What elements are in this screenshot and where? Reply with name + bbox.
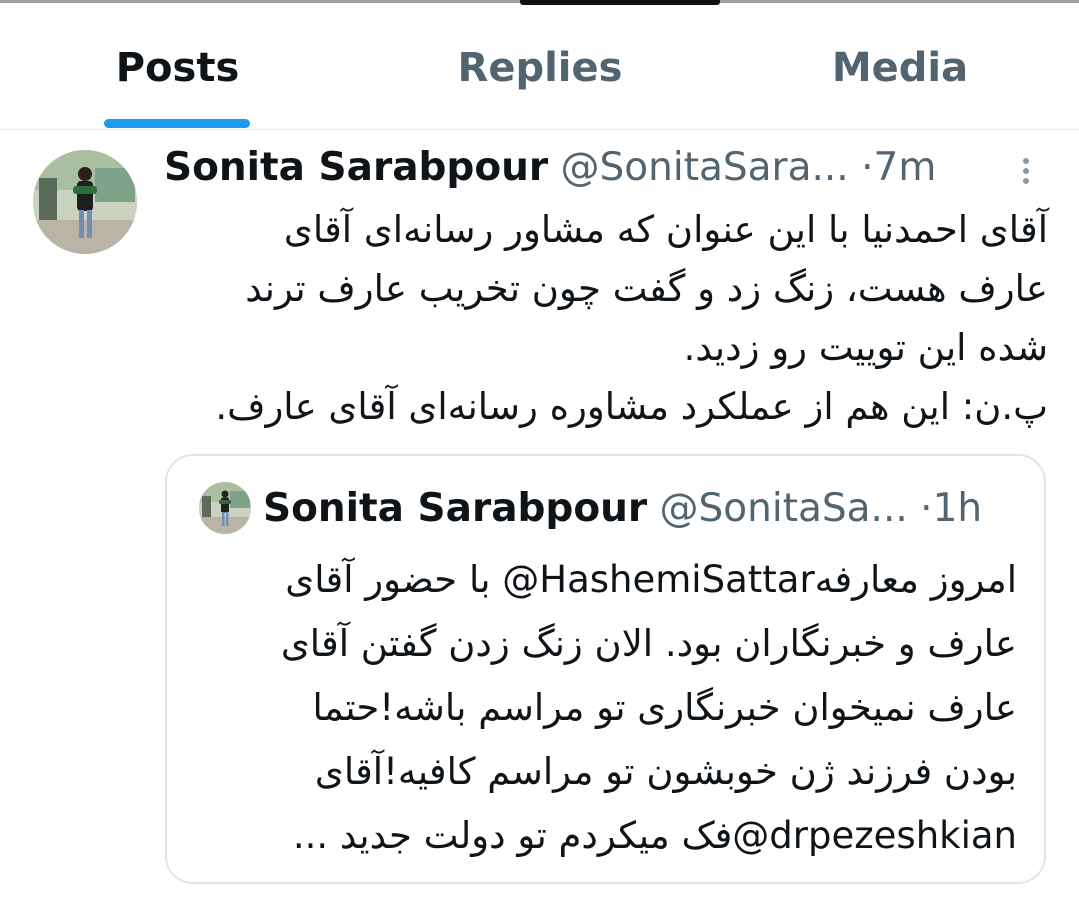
avatar[interactable]	[33, 150, 137, 254]
quoted-text-line: امروز معارفه‎@HashemiSattar‎ با حضور آقا…	[285, 558, 1017, 601]
quoted-author-handle[interactable]: @SonitaSa...	[660, 486, 908, 531]
quoted-text-line: عارف نمیخوان خبرنگاری تو مراسم باشه!حتما	[312, 686, 1017, 729]
quoted-author-name[interactable]: Sonita Sarabpour	[263, 486, 647, 531]
post-text-line: پ.ن: این هم از عملکرد مشاوره رسانه‌ای آق…	[215, 385, 1048, 428]
quoted-time[interactable]: 1h	[933, 486, 983, 531]
tab-posts[interactable]: Posts	[90, 43, 265, 93]
post-text-line: شده این توییت رو زدید.	[683, 326, 1048, 369]
separator: ·	[920, 486, 933, 531]
author-handle[interactable]: @SonitaSara...	[561, 145, 849, 190]
quoted-post[interactable]: Sonita Sarabpour @SonitaSa... ·1h امروز …	[165, 454, 1046, 884]
quoted-header: Sonita Sarabpour @SonitaSa... ·1h	[263, 483, 1023, 535]
tab-replies[interactable]: Replies	[440, 43, 640, 93]
post-header: Sonita Sarabpour @SonitaSara... ·7m	[164, 143, 1044, 193]
profile-tabs: Posts Replies Media	[0, 3, 1079, 130]
quoted-text-line: ‎@drpezeshkian‎فک میکردم تو دولت جدید ..…	[292, 814, 1017, 857]
quoted-text: امروز معارفه‎@HashemiSattar‎ با حضور آقا…	[217, 548, 1017, 868]
quoted-text-line: عارف و خبرنگاران بود. الان زنگ زدن گفتن …	[280, 622, 1017, 665]
tab-media[interactable]: Media	[800, 43, 1000, 93]
quoted-avatar[interactable]	[199, 482, 251, 534]
post-text: آقای احمدنیا با این عنوان که مشاور رسانه…	[200, 200, 1048, 436]
separator: ·	[861, 145, 874, 190]
author-name[interactable]: Sonita Sarabpour	[164, 145, 548, 190]
quoted-text-line: بودن فرزند ژن خوبشون تو مراسم کافیه!آقای	[314, 750, 1017, 793]
post-text-line: آقای احمدنیا با این عنوان که مشاور رسانه…	[283, 208, 1048, 251]
post-time[interactable]: 7m	[874, 145, 937, 190]
post-text-line: عارف هست، زنگ زد و گفت چون تخریب عارف تر…	[245, 267, 1048, 310]
active-tab-indicator	[104, 119, 250, 128]
more-options-icon[interactable]	[1010, 150, 1044, 192]
